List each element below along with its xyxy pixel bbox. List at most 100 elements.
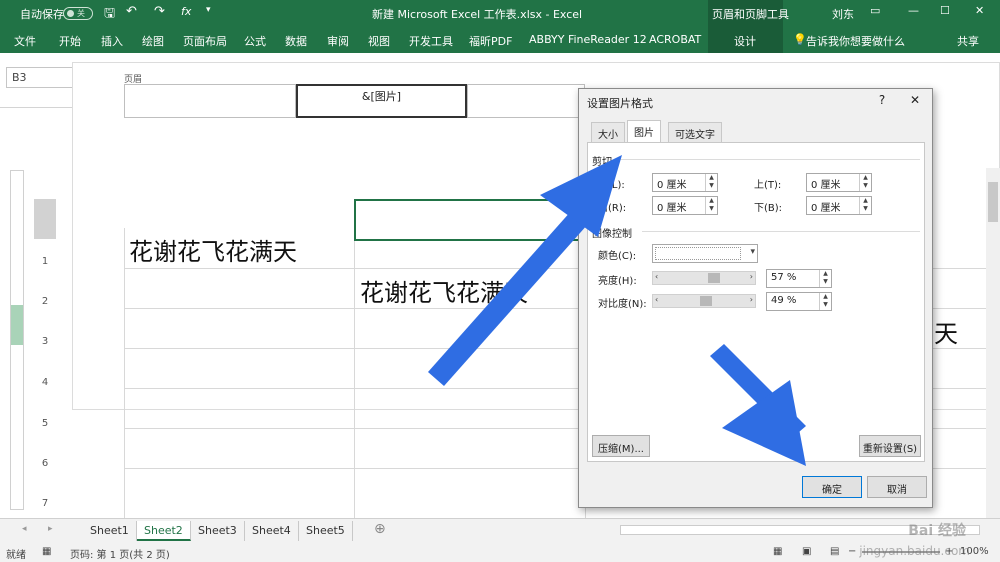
- help-icon[interactable]: ?: [873, 93, 891, 109]
- tab-review[interactable]: 审阅: [327, 33, 349, 49]
- tell-me-search[interactable]: 告诉我你想要做什么: [806, 33, 905, 49]
- macro-record-icon[interactable]: ▦: [42, 546, 51, 557]
- customize-toolbar-icon[interactable]: ▾: [206, 5, 211, 15]
- scroll-right-icon[interactable]: ▸: [48, 524, 53, 534]
- brightness-slider[interactable]: ‹ ›: [652, 271, 756, 285]
- crop-left-label: 左(L):: [598, 180, 625, 191]
- function-icon[interactable]: fx: [181, 5, 191, 18]
- minimize-icon[interactable]: —: [908, 4, 919, 17]
- header-right-section[interactable]: [467, 84, 585, 118]
- watermark-text: Bai 经验: [908, 523, 966, 539]
- tab-view[interactable]: 视图: [368, 33, 390, 49]
- row-header-3[interactable]: 3: [35, 336, 55, 347]
- ribbon-tabs: 文件 开始 插入 绘图 页面布局 公式 数据 审阅 视图 开发工具 福昕PDF …: [0, 26, 1000, 53]
- undo-icon[interactable]: ↶: [126, 4, 137, 19]
- maximize-icon[interactable]: ☐: [940, 4, 950, 17]
- tab-alt-text[interactable]: 可选文字: [668, 122, 722, 142]
- tab-developer[interactable]: 开发工具: [409, 33, 453, 49]
- tab-insert[interactable]: 插入: [101, 33, 123, 49]
- row-header-4[interactable]: 4: [35, 377, 55, 388]
- crop-top-field[interactable]: 0 厘米 ▲ ▼: [806, 173, 872, 192]
- row-header-2[interactable]: 2: [35, 296, 55, 307]
- header-field-text: &[图片]: [361, 90, 402, 103]
- crop-left-field[interactable]: 0 厘米 ▲ ▼: [652, 173, 718, 192]
- status-bar: 就绪 ▦ 页码: 第 1 页(共 2 页) ▦ ▣ ▤ − + 100%: [0, 542, 1000, 562]
- tab-home[interactable]: 开始: [59, 33, 81, 49]
- ready-status: 就绪: [6, 550, 26, 561]
- autosave-label: 自动保存: [20, 8, 64, 21]
- brightness-label: 亮度(H):: [598, 276, 637, 287]
- row-header-6[interactable]: 6: [35, 458, 55, 469]
- share-button[interactable]: 共享: [957, 33, 979, 49]
- active-cell-b3[interactable]: [354, 199, 586, 241]
- page-layout-view-icon[interactable]: ▣: [802, 546, 811, 557]
- user-name[interactable]: 刘东: [832, 6, 854, 22]
- watermark-url: jingyan.baidu.com: [859, 544, 970, 558]
- lightbulb-icon: 💡: [793, 33, 807, 46]
- vertical-ruler: [10, 170, 24, 510]
- tab-size[interactable]: 大小: [591, 122, 625, 142]
- sheet-tab-4[interactable]: Sheet4: [245, 521, 299, 541]
- dialog-close-icon[interactable]: ✕: [906, 93, 924, 109]
- header-center-section[interactable]: &[图片]: [296, 84, 467, 118]
- tab-file[interactable]: 文件: [14, 33, 36, 49]
- page-indicator: 页码: 第 1 页(共 2 页): [70, 550, 170, 561]
- tab-design[interactable]: 设计: [734, 33, 756, 49]
- image-control-group-label: 图像控制: [592, 229, 632, 240]
- page-break-view-icon[interactable]: ▤: [830, 546, 839, 557]
- crop-group-label: 剪切: [592, 157, 612, 168]
- tab-picture[interactable]: 图片: [627, 120, 661, 143]
- sheet-tab-3[interactable]: Sheet3: [191, 521, 245, 541]
- contrast-field[interactable]: 49 % ▲ ▼: [766, 292, 832, 311]
- compress-button[interactable]: 压缩(M)...: [592, 435, 650, 457]
- tab-data[interactable]: 数据: [285, 33, 307, 49]
- brightness-field[interactable]: 57 % ▲ ▼: [766, 269, 832, 288]
- close-icon[interactable]: ✕: [975, 4, 984, 17]
- add-sheet-icon[interactable]: ⊕: [374, 521, 386, 537]
- autosave-toggle[interactable]: 关: [63, 7, 93, 20]
- cell-b2-text[interactable]: 花谢花飞花满天: [360, 273, 528, 308]
- tab-acrobat[interactable]: ACROBAT: [649, 33, 701, 46]
- redo-icon[interactable]: ↷: [154, 4, 165, 19]
- cell-c3-partial-text[interactable]: 天: [934, 314, 958, 349]
- context-group-label: 页眉和页脚工具: [712, 8, 789, 21]
- context-tab-group: 页眉和页脚工具 设计: [708, 0, 789, 53]
- tab-page-layout[interactable]: 页面布局: [183, 33, 227, 49]
- ok-button[interactable]: 确定: [802, 476, 862, 498]
- color-dropdown[interactable]: ▾: [652, 244, 758, 263]
- contrast-slider[interactable]: ‹ ›: [652, 294, 756, 308]
- color-label: 颜色(C):: [598, 251, 637, 262]
- scrollbar-thumb[interactable]: [988, 182, 998, 222]
- cell-a1-text[interactable]: 花谢花飞花满天: [129, 232, 297, 267]
- zoom-out-icon[interactable]: −: [848, 546, 856, 557]
- sheet-tab-1[interactable]: Sheet1: [83, 521, 137, 541]
- sheet-tab-2[interactable]: Sheet2: [137, 521, 191, 541]
- tab-abbyy[interactable]: ABBYY FineReader 12: [529, 33, 647, 46]
- scroll-left-icon[interactable]: ◂: [22, 524, 27, 534]
- dialog-title: 设置图片格式: [587, 97, 653, 110]
- format-picture-dialog: 设置图片格式 ? ✕ 大小 图片 可选文字 剪切 左(L): 0 厘米 ▲ ▼ 上(…: [578, 88, 933, 508]
- ribbon-display-icon[interactable]: ▭: [870, 4, 880, 17]
- save-icon[interactable]: 🖫: [104, 4, 115, 26]
- header-left-section[interactable]: [124, 84, 296, 118]
- picture-tab-panel: 剪切 左(L): 0 厘米 ▲ ▼ 上(T): 0 厘米 ▲ ▼ 右(R): 0 厘米 ▲…: [587, 142, 925, 462]
- normal-view-icon[interactable]: ▦: [773, 546, 782, 557]
- tab-foxit-pdf[interactable]: 福昕PDF: [469, 33, 512, 49]
- crop-bottom-field[interactable]: 0 厘米 ▲ ▼: [806, 196, 872, 215]
- sheet-tabs-bar: ◂ ▸ Sheet1 Sheet2 Sheet3 Sheet4 Sheet5 ⊕: [0, 518, 1000, 542]
- grid-line: [124, 228, 125, 518]
- row-header-7[interactable]: 7: [35, 498, 55, 509]
- row-header-1[interactable]: 1: [35, 256, 55, 267]
- reset-button[interactable]: 重新设置(S): [859, 435, 921, 457]
- crop-right-label: 右(R):: [598, 203, 627, 214]
- sheet-tab-5[interactable]: Sheet5: [299, 521, 353, 541]
- crop-right-field[interactable]: 0 厘米 ▲ ▼: [652, 196, 718, 215]
- cancel-button[interactable]: 取消: [867, 476, 927, 498]
- crop-top-label: 上(T):: [754, 180, 782, 191]
- tab-draw[interactable]: 绘图: [142, 33, 164, 49]
- row-header-5[interactable]: 5: [35, 418, 55, 429]
- contrast-label: 对比度(N):: [598, 299, 647, 310]
- vertical-scrollbar[interactable]: [986, 168, 1000, 518]
- crop-bottom-label: 下(B):: [754, 203, 783, 214]
- tab-formulas[interactable]: 公式: [244, 33, 266, 49]
